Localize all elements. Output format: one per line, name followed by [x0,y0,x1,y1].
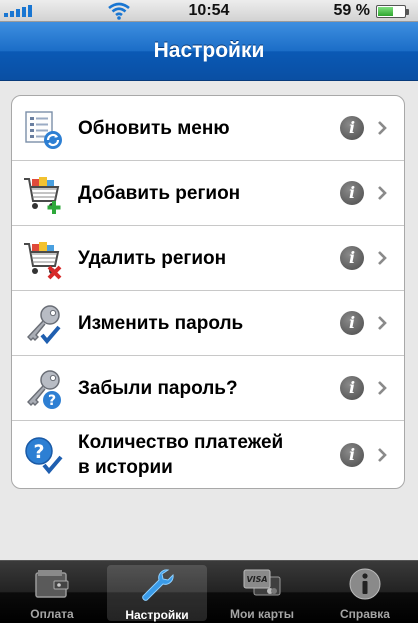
info-icon[interactable]: i [340,181,364,205]
tab-help[interactable]: Справка [315,561,415,623]
svg-text:?: ? [33,441,44,463]
settings-item-label: Изменить пароль [78,312,244,334]
key-question-icon: ? [27,370,61,409]
chevron-right-icon [378,251,387,265]
settings-item-label: Удалить регион [78,247,227,269]
page-title: Настройки [153,39,265,62]
info-icon[interactable]: i [340,311,364,335]
chevron-right-icon [378,186,387,200]
tab-label: Оплата [30,607,74,621]
settings-item-label-line2: в истории [78,456,173,478]
wallet-icon [35,570,69,598]
status-bar: 10:54 59 % [0,0,418,22]
info-icon[interactable]: i [340,442,364,467]
cart-add-icon [24,177,61,214]
cards-icon: VISA [243,569,281,596]
battery-icon [376,5,409,18]
cart-remove-icon [24,242,62,280]
key-check-icon [27,305,61,345]
navigation-bar: Настройки [0,22,418,81]
tab-my-cards[interactable]: VISA Мои карты [212,561,312,623]
settings-item-change-password[interactable]: Изменить пароль i [12,291,404,356]
battery-percent: 59 % [333,2,370,19]
settings-item-refresh-menu[interactable]: Обновить меню i [12,96,404,161]
settings-list: Обновить меню i Добавить регион i Удалит… [11,95,405,489]
settings-item-forgot-password[interactable]: ? Забыли пароль? i [12,356,404,421]
tab-label: Справка [340,607,390,621]
tab-label: Настройки [125,608,189,622]
chevron-right-icon [378,121,387,135]
info-icon [349,568,381,600]
settings-item-payment-history-count[interactable]: ? Количество платежей в истории i [12,421,404,488]
settings-item-label: Обновить меню [78,117,230,139]
info-icon[interactable]: i [340,376,364,400]
settings-item-remove-region[interactable]: Удалить регион i [12,226,404,291]
chevron-right-icon [378,381,387,395]
svg-text:?: ? [48,393,56,409]
info-icon[interactable]: i [340,246,364,270]
card-brand-text: VISA [246,575,267,584]
tab-bar: Оплата Настройки VISA Мои карты Справка [0,560,418,623]
tab-label: Мои карты [229,607,294,621]
chevron-right-icon [378,316,387,330]
settings-item-label: Забыли пароль? [78,377,238,399]
settings-item-label-line1: Количество платежей [78,431,284,453]
settings-item-add-region[interactable]: Добавить регион i [12,161,404,226]
settings-item-label: Количество платежей в истории [78,430,324,480]
chevron-right-icon [378,447,387,462]
info-icon[interactable]: i [340,116,364,140]
settings-item-label: Добавить регион [78,182,241,204]
wrench-icon [142,569,174,601]
tab-payment[interactable]: Оплата [2,561,102,623]
tab-settings[interactable]: Настройки [107,565,207,622]
question-check-icon: ? [25,437,63,475]
refresh-menu-icon [25,111,62,149]
